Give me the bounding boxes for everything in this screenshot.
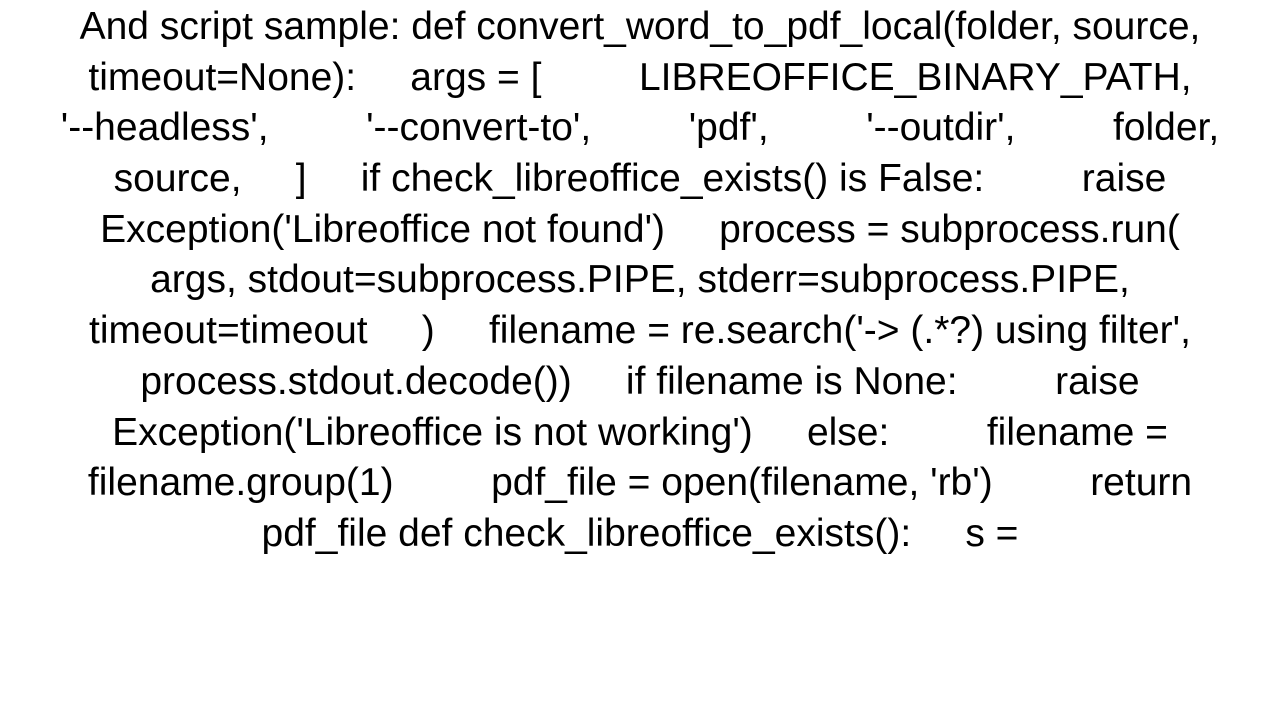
code-sample-text: And script sample: def convert_word_to_p… xyxy=(30,0,1250,560)
page: And script sample: def convert_word_to_p… xyxy=(0,0,1280,720)
